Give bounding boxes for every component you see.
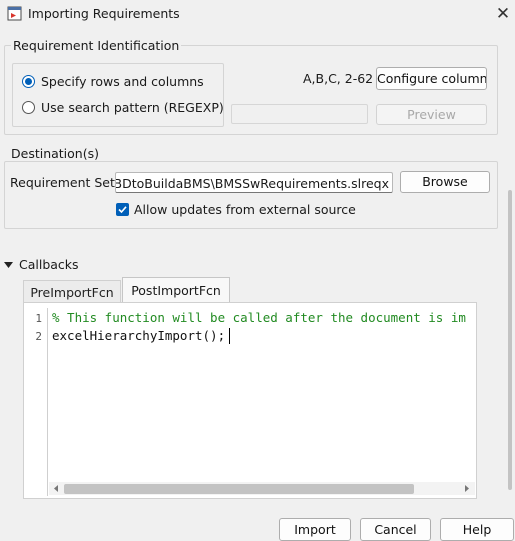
requirement-set-input[interactable]: seMBDtoBuildaBMS\BMSSwRequirements.slreq… [115,172,393,193]
radio-search-pattern-label[interactable]: Use search pattern (REGEXP) [41,100,224,115]
tab-preimportfcn[interactable]: PreImportFcn [23,280,121,304]
requirement-set-value: seMBDtoBuildaBMS\BMSSwRequirements.slreq… [115,176,389,191]
destination-legend: Destination(s) [9,146,101,161]
editor-horizontal-scrollbar-thumb[interactable] [64,484,414,494]
requirement-identification-legend: Requirement Identification [11,38,182,53]
columns-value: A,B,C, 2-62 [303,71,374,86]
line-number: 1 [35,312,42,325]
requirement-set-label: Requirement Set: [10,175,120,190]
allow-updates-label[interactable]: Allow updates from external source [134,202,356,217]
help-button[interactable]: Help [440,518,514,541]
checkmark-icon [118,206,127,214]
code-line-comment[interactable]: % This function will be called after the… [52,310,475,325]
import-button[interactable]: Import [279,518,351,541]
callbacks-header[interactable]: Callbacks [19,257,79,272]
radio-search-pattern[interactable] [22,101,35,114]
allow-updates-checkbox[interactable] [116,203,129,216]
import-requirements-icon [7,6,22,21]
vertical-scrollbar-thumb[interactable] [508,190,512,490]
close-icon[interactable]: ✕ [492,3,514,25]
preview-button[interactable]: Preview [376,104,487,125]
line-number: 2 [35,330,42,343]
search-pattern-input[interactable] [231,104,368,124]
configure-columns-button[interactable]: Configure columns [376,67,487,90]
identification-mode-box [12,63,224,127]
window-title: Importing Requirements [28,6,180,21]
radio-specify-rows[interactable] [22,75,35,88]
text-cursor [229,328,230,344]
browse-button[interactable]: Browse [400,171,490,193]
radio-specify-rows-label[interactable]: Specify rows and columns [41,74,204,89]
scroll-right-icon[interactable] [463,484,471,493]
cancel-button[interactable]: Cancel [360,518,431,541]
scroll-left-icon[interactable] [52,484,60,493]
collapse-arrow-icon[interactable] [4,261,13,269]
tab-postimportfcn[interactable]: PostImportFcn [122,277,230,302]
code-line[interactable]: excelHierarchyImport(); [52,328,225,343]
